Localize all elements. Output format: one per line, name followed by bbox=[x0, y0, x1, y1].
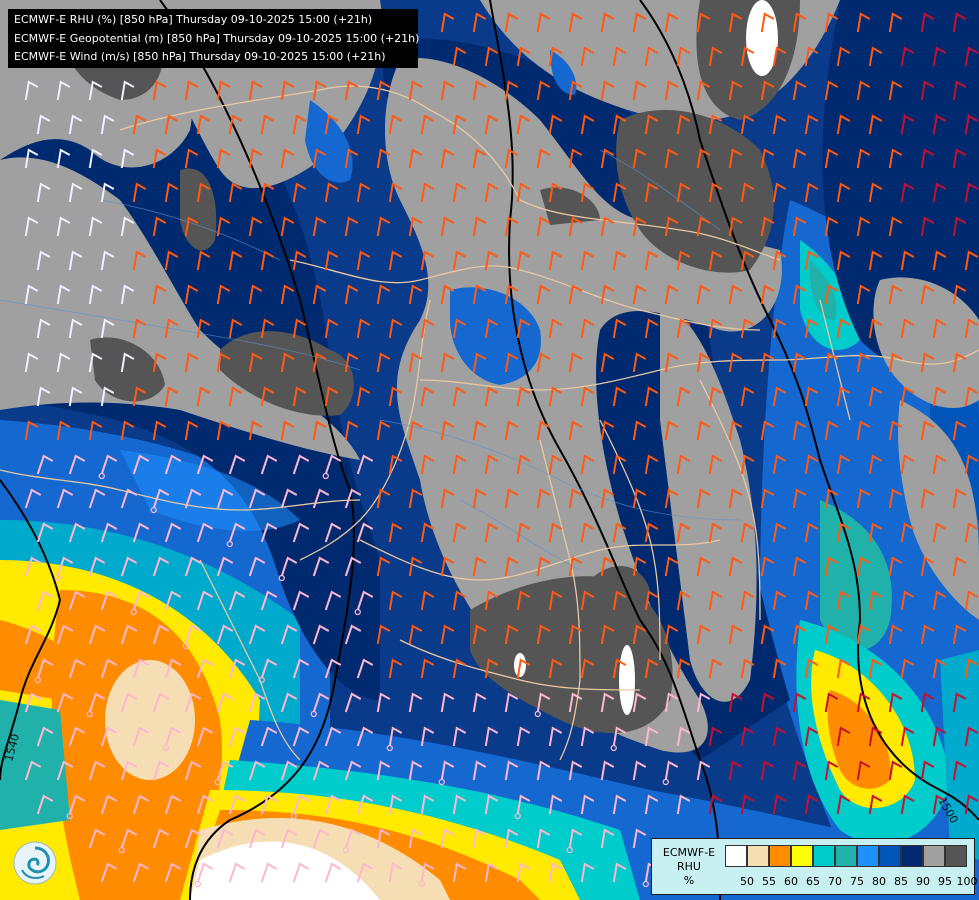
legend-swatch bbox=[835, 845, 857, 867]
legend-title-unit: % bbox=[683, 874, 695, 887]
weather-map: 1540 1500 bbox=[0, 0, 979, 900]
legend-level-label: 70 bbox=[828, 875, 842, 888]
legend-swatch bbox=[901, 845, 923, 867]
map-header: ECMWF-E RHU (%) [850 hPa] Thursday 09-10… bbox=[8, 9, 420, 68]
legend-swatch bbox=[725, 845, 747, 867]
legend-level-label: 75 bbox=[850, 875, 864, 888]
legend-swatch bbox=[857, 845, 879, 867]
legend-swatch bbox=[813, 845, 835, 867]
header-line-wind: ECMWF-E Wind (m/s) [850 hPa] Thursday 09… bbox=[14, 50, 386, 63]
legend-level-label: 90 bbox=[916, 875, 930, 888]
legend-swatch bbox=[791, 845, 813, 867]
legend-level-label: 50 bbox=[740, 875, 754, 888]
header-line-geopotential: ECMWF-E Geopotential (m) [850 hPa] Thurs… bbox=[14, 31, 420, 45]
rhu-legend: ECMWF-E RHU % 50 55 60 65 70 75 80 85 90 95 100 bbox=[651, 838, 978, 895]
legend-color-boxes bbox=[725, 845, 967, 867]
legend-level-label: 55 bbox=[762, 875, 776, 888]
header-line-rhu: ECMWF-E RHU (%) [850 hPa] Thursday 09-10… bbox=[14, 13, 373, 26]
legend-level-label: 100 bbox=[956, 875, 978, 888]
legend-level-labels: 50 55 60 65 70 75 80 85 90 95 100 bbox=[736, 875, 978, 888]
ecmwf-swirl-icon bbox=[13, 841, 57, 885]
legend-title: ECMWF-E RHU % bbox=[656, 846, 722, 888]
legend-level-label: 80 bbox=[872, 875, 886, 888]
legend-swatch bbox=[945, 845, 967, 867]
legend-swatch bbox=[923, 845, 945, 867]
legend-swatch bbox=[769, 845, 791, 867]
legend-title-variable: RHU bbox=[677, 860, 701, 873]
legend-level-label: 65 bbox=[806, 875, 820, 888]
legend-title-model: ECMWF-E bbox=[662, 846, 716, 859]
legend-level-label: 95 bbox=[938, 875, 952, 888]
legend-level-label: 60 bbox=[784, 875, 798, 888]
legend-swatch bbox=[879, 845, 901, 867]
legend-level-label: 85 bbox=[894, 875, 908, 888]
legend-swatch bbox=[747, 845, 769, 867]
